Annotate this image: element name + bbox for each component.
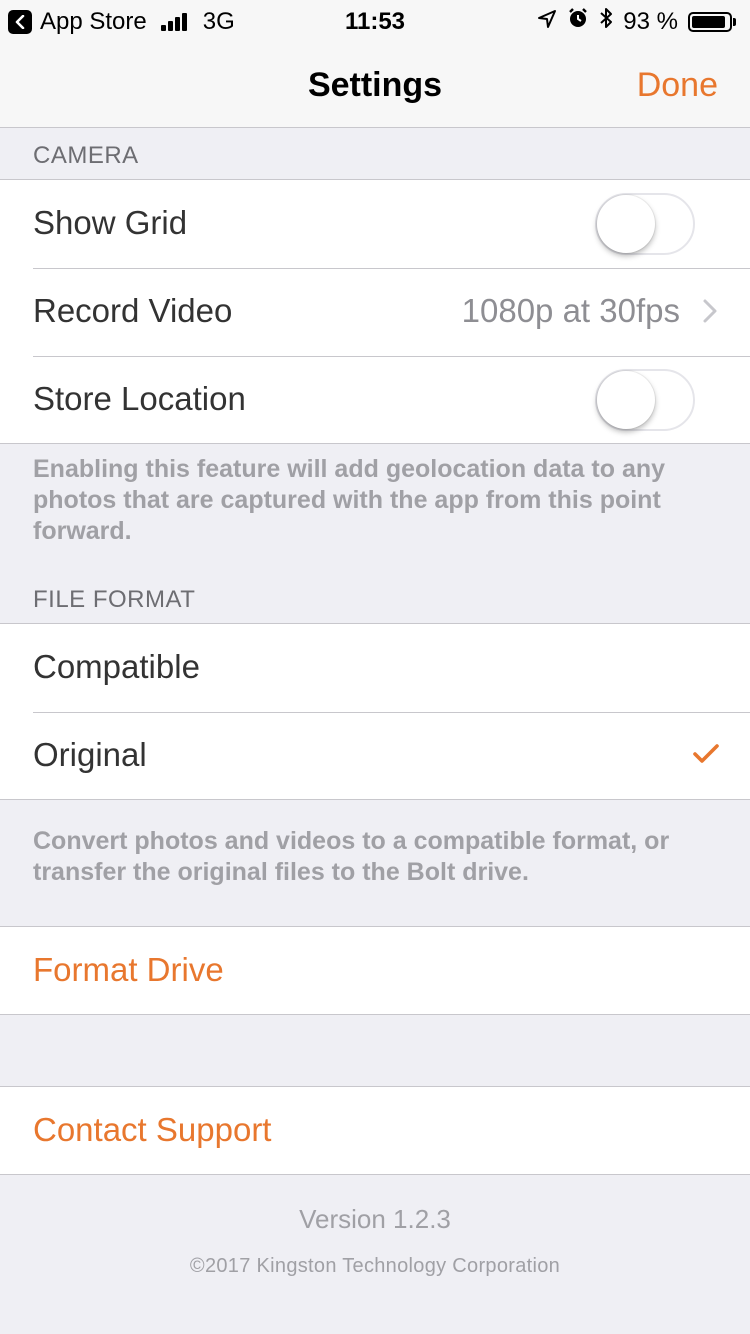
toggle-knob [597,371,655,429]
battery-cap [733,17,736,26]
camera-section-header: CAMERA [33,142,139,169]
copyright-label: ©2017 Kingston Technology Corporation [189,1255,561,1277]
store-location-label: Store Location [33,380,246,417]
show-grid-toggle[interactable] [595,193,695,255]
format-option-compatible[interactable]: Compatible [0,624,750,712]
battery-percent: 93 % [623,7,678,35]
show-grid-label: Show Grid [33,204,188,241]
file-format-section-header: FILE FORMAT [33,586,196,613]
store-location-row: Store Location [0,356,750,444]
done-button[interactable]: Done [637,66,718,105]
format-drive-group: Format Drive [0,926,750,1015]
contact-support-group: Contact Support [0,1086,750,1175]
record-video-row[interactable]: Record Video 1080p at 30fps [0,268,750,356]
toggle-knob [597,195,655,253]
contact-support-button[interactable]: Contact Support [0,1087,750,1175]
camera-footer: Enabling this feature will add geolocati… [33,455,666,545]
record-video-label: Record Video [33,292,233,329]
alarm-icon [567,7,589,36]
battery-icon [688,11,732,32]
version-label: Version 1.2.3 [299,1204,451,1234]
format-drive-button[interactable]: Format Drive [0,927,750,1015]
chevron-right-icon [702,298,718,329]
checkmark-icon [692,742,720,771]
record-video-value: 1080p at 30fps [461,292,680,329]
show-grid-row: Show Grid [0,180,750,268]
format-option-label: Original [33,736,147,773]
file-format-footer: Convert photos and videos to a compatibl… [33,827,670,886]
file-format-group: Compatible Original [0,623,750,800]
camera-group: Show Grid Record Video 1080p at 30fps St… [0,179,750,444]
contact-support-label: Contact Support [33,1111,272,1148]
navigation-bar: Settings Done [0,40,750,128]
bluetooth-icon [599,7,613,36]
location-arrow-icon [537,8,557,36]
status-bar: App Store 3G 11:53 93 % [0,0,750,40]
format-option-label: Compatible [33,648,200,685]
format-drive-label: Format Drive [33,951,224,988]
format-option-original[interactable]: Original [0,712,750,800]
store-location-toggle[interactable] [595,369,695,431]
